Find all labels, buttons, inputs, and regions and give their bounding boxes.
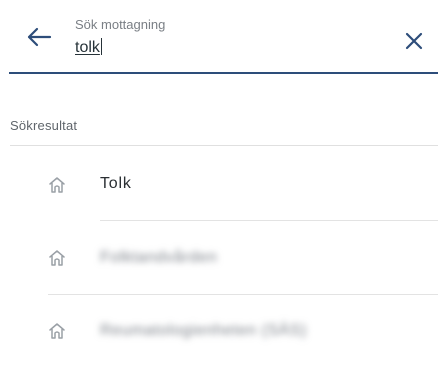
- result-item-label: Folktandvården: [100, 249, 218, 266]
- clear-search-button[interactable]: [405, 32, 423, 50]
- arrow-left-icon: [27, 27, 52, 47]
- close-icon: [405, 32, 423, 50]
- back-button[interactable]: [26, 26, 52, 48]
- home-icon: [49, 250, 65, 266]
- section-divider: [10, 145, 438, 146]
- result-item-tolk[interactable]: Tolk: [0, 148, 438, 220]
- result-item-folktandvarden[interactable]: Folktandvården: [0, 221, 438, 293]
- search-field-underline: [9, 72, 438, 74]
- search-input-text: tolk: [75, 39, 100, 56]
- text-caret: [100, 38, 103, 55]
- home-icon: [49, 177, 65, 193]
- search-input[interactable]: tolk: [75, 38, 103, 57]
- results-section-label: Sökresultat: [10, 118, 78, 133]
- result-item-reumatologienheten[interactable]: Reumatologienheten (SÄS): [0, 295, 438, 367]
- result-item-label: Reumatologienheten (SÄS): [100, 322, 307, 339]
- search-header: Sök mottagning tolk: [0, 0, 438, 74]
- search-field-label: Sök mottagning: [75, 17, 166, 32]
- home-icon: [49, 323, 65, 339]
- result-item-label: Tolk: [100, 175, 132, 192]
